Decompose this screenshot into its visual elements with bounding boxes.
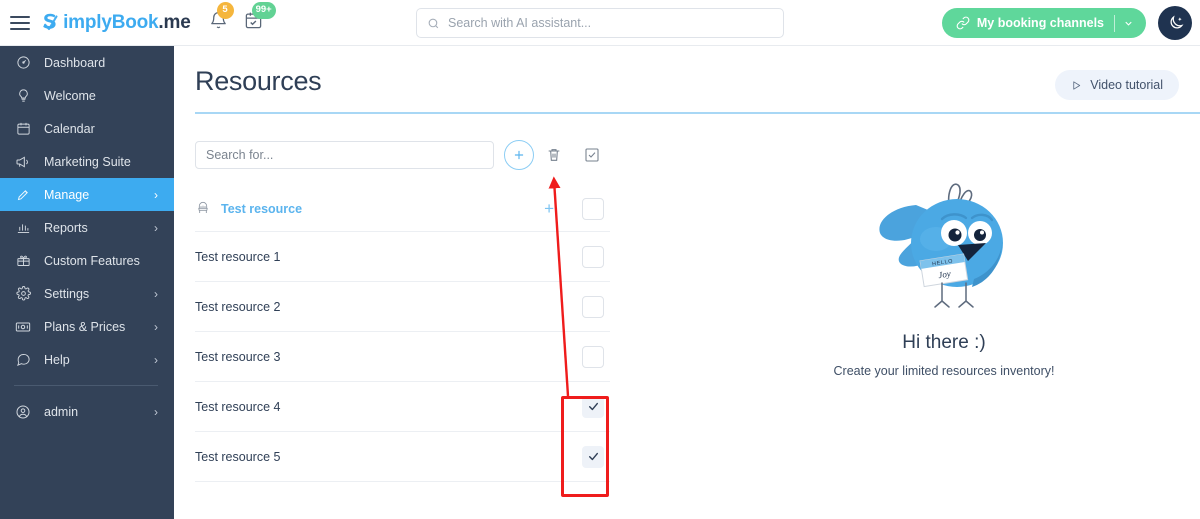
annotation-arrow xyxy=(548,176,570,397)
annotation-highlight-box xyxy=(561,396,609,497)
app-root: implyBook.me 5 99+ Search with AI assist… xyxy=(0,0,1200,519)
